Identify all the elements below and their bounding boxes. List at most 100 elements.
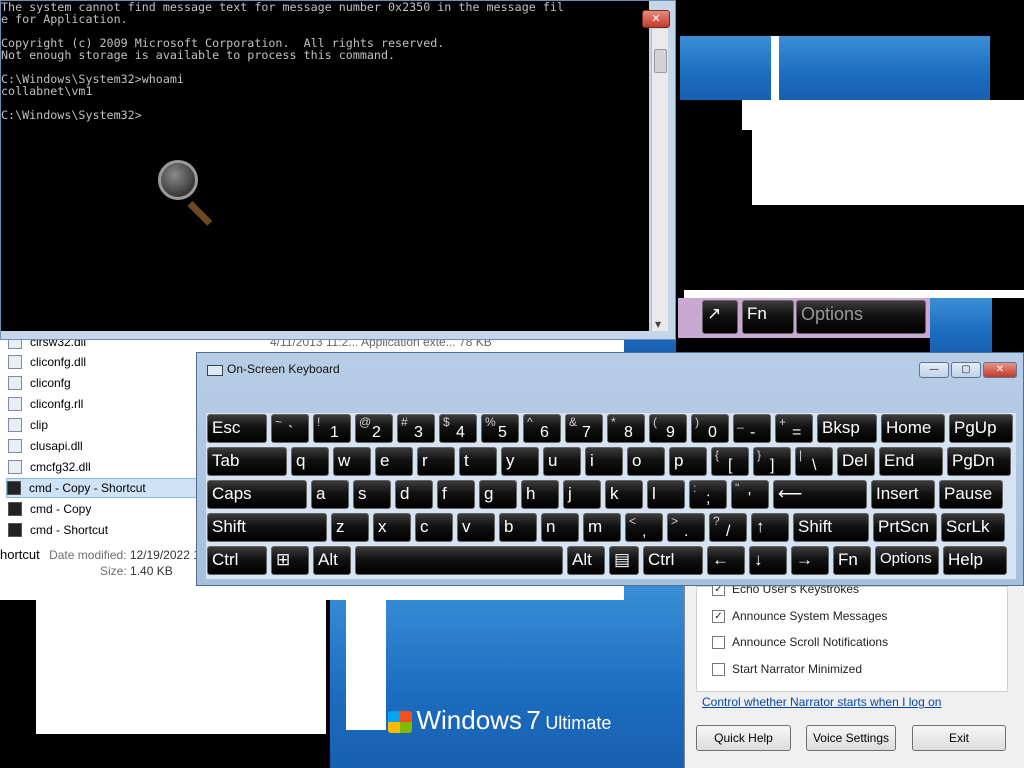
key-home[interactable]: Home	[881, 414, 945, 443]
file-list-item[interactable]: dll-icon clusapi.dll	[8, 436, 198, 456]
file-list-item[interactable]: dll-icon cmcfg32.dll	[8, 457, 198, 477]
key-5[interactable]: % 5	[481, 414, 519, 443]
checkbox-checked-icon[interactable]: ✓	[712, 609, 725, 623]
key-3[interactable]: #3	[397, 414, 435, 443]
file-list-item[interactable]: dll-icon cliconfg.rll	[8, 394, 198, 414]
close-icon[interactable]: ✕	[642, 10, 670, 28]
key-q[interactable]: q	[291, 447, 329, 476]
key-9[interactable]: (9	[649, 414, 687, 443]
key-0[interactable]: ) 0	[691, 414, 729, 443]
cmd-console[interactable]: The system cannot find message text for …	[1, 1, 649, 331]
key-symbol[interactable]: _ -	[733, 414, 771, 443]
file-list-item[interactable]: cmd-icon cmd - Copy - Shortcut	[6, 478, 200, 498]
key-del[interactable]: Del	[837, 447, 875, 476]
key-6[interactable]: ^ 6	[523, 414, 561, 443]
key-tab[interactable]: Tab	[207, 447, 287, 476]
key-shift[interactable]: Shift	[207, 513, 327, 542]
key-symbol[interactable]: ~ `	[271, 414, 309, 443]
key-pgup[interactable]: PgUp	[949, 414, 1013, 443]
key-g[interactable]: g	[479, 480, 517, 509]
key-o[interactable]: o	[627, 447, 665, 476]
key-8[interactable]: * 8	[607, 414, 645, 443]
key-alt[interactable]: Alt	[313, 546, 351, 575]
key-w[interactable]: w	[333, 447, 371, 476]
key-d[interactable]: d	[395, 480, 433, 509]
key-h[interactable]: h	[521, 480, 559, 509]
key-m[interactable]: m	[583, 513, 621, 542]
key-fn[interactable]: Fn	[833, 546, 871, 575]
key-symbol[interactable]: ⊞	[271, 546, 309, 575]
key-prtscn[interactable]: PrtScn	[873, 513, 937, 542]
key-ctrl[interactable]: Ctrl	[207, 546, 267, 575]
key-a[interactable]: a	[311, 480, 349, 509]
key-s[interactable]: s	[353, 480, 391, 509]
voice-settings-button[interactable]: Voice Settings	[806, 725, 896, 751]
scroll-down-arrow-icon[interactable]: ▼	[655, 320, 661, 329]
key-f[interactable]: f	[437, 480, 475, 509]
key-ctrl[interactable]: Ctrl	[643, 546, 703, 575]
key-i[interactable]: i	[585, 447, 623, 476]
key-symbol[interactable]: ▤	[609, 546, 639, 575]
key-b[interactable]: b	[499, 513, 537, 542]
narrator-checkbox-row[interactable]: ✓ Announce System Messages	[712, 609, 887, 623]
key-k[interactable]: k	[605, 480, 643, 509]
key-caps[interactable]: Caps	[207, 480, 307, 509]
key-v[interactable]: v	[457, 513, 495, 542]
key-symbol[interactable]: >.	[667, 513, 705, 542]
key-space[interactable]	[355, 546, 563, 575]
key-symbol[interactable]: ? /	[709, 513, 747, 542]
key-z[interactable]: z	[331, 513, 369, 542]
key-pause[interactable]: Pause	[939, 480, 1003, 509]
file-list-item[interactable]: app-icon cliconfg	[8, 373, 198, 393]
key-symbol[interactable]: ←	[707, 546, 745, 575]
maximize-icon[interactable]: ▢	[951, 362, 981, 378]
key-pgdn[interactable]: PgDn	[947, 447, 1011, 476]
key-u[interactable]: u	[543, 447, 581, 476]
key-e[interactable]: e	[375, 447, 413, 476]
checkbox-icon[interactable]	[712, 662, 725, 676]
cmd-window[interactable]: The system cannot find message text for …	[0, 0, 676, 340]
key-j[interactable]: j	[563, 480, 601, 509]
key-y[interactable]: y	[501, 447, 539, 476]
key-alt[interactable]: Alt	[567, 546, 605, 575]
quick-help-button[interactable]: Quick Help	[696, 725, 791, 751]
key-n[interactable]: n	[541, 513, 579, 542]
key-x[interactable]: x	[373, 513, 411, 542]
key-symbol[interactable]: | \	[795, 447, 833, 476]
key-4[interactable]: $4	[439, 414, 477, 443]
key-symbol[interactable]: <,	[625, 513, 663, 542]
key-symbol[interactable]: ⟵	[773, 480, 867, 509]
file-list-item[interactable]: cmd-icon cmd - Copy	[8, 499, 198, 519]
key-insert[interactable]: Insert	[871, 480, 935, 509]
key-bksp[interactable]: Bksp	[817, 414, 877, 443]
key-symbol[interactable]: + =	[775, 414, 813, 443]
key-symbol[interactable]: :;	[689, 480, 727, 509]
key-symbol[interactable]: " '	[731, 480, 769, 509]
minimize-icon[interactable]: —	[919, 362, 949, 378]
file-list-item[interactable]: dll-icon cliconfg.dll	[8, 352, 198, 372]
key-symbol[interactable]: }]	[753, 447, 791, 476]
cmd-scrollbar[interactable]: ▼	[651, 29, 668, 331]
key-l[interactable]: l	[647, 480, 685, 509]
key-1[interactable]: ! 1	[313, 414, 351, 443]
key-r[interactable]: r	[417, 447, 455, 476]
key-shift[interactable]: Shift	[793, 513, 869, 542]
key-2[interactable]: @2	[355, 414, 393, 443]
key-c[interactable]: c	[415, 513, 453, 542]
key-t[interactable]: t	[459, 447, 497, 476]
key-scrlk[interactable]: ScrLk	[941, 513, 1005, 542]
key-symbol[interactable]: {[	[711, 447, 749, 476]
key-end[interactable]: End	[879, 447, 943, 476]
file-list-item[interactable]: app-icon clip	[8, 415, 198, 435]
scroll-thumb[interactable]	[654, 49, 667, 73]
narrator-checkbox-row[interactable]: Start Narrator Minimized	[712, 662, 862, 676]
key-esc[interactable]: Esc	[207, 414, 267, 443]
file-list-item[interactable]: cmd-icon cmd - Shortcut	[8, 520, 198, 540]
narrator-logon-link[interactable]: Control whether Narrator starts when I l…	[702, 695, 941, 709]
narrator-checkbox-row[interactable]: Announce Scroll Notifications	[712, 635, 888, 649]
key-help[interactable]: Help	[943, 546, 1007, 575]
key-options[interactable]: Options	[875, 546, 939, 575]
key-symbol[interactable]: ↑	[751, 513, 789, 542]
key-7[interactable]: & 7	[565, 414, 603, 443]
close-icon[interactable]: ✕	[983, 362, 1017, 378]
